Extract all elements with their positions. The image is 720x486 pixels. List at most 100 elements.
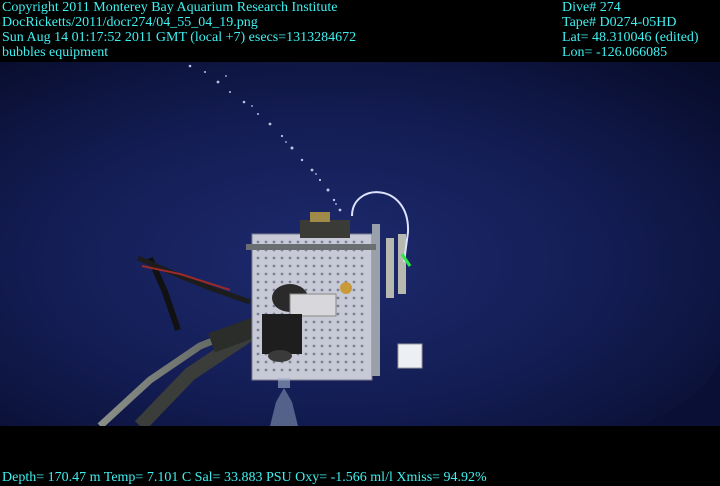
panel-hole — [288, 256, 292, 260]
panel-hole — [320, 336, 324, 340]
panel-hole — [280, 280, 284, 284]
panel-hole — [336, 256, 340, 260]
panel-hole — [304, 360, 308, 364]
panel-hole — [256, 328, 260, 332]
panel-hole — [328, 328, 332, 332]
panel-hole — [352, 312, 356, 316]
panel-hole — [336, 352, 340, 356]
panel-hole — [256, 296, 260, 300]
panel-hole — [280, 240, 284, 244]
panel-hole — [344, 264, 348, 268]
panel-hole — [272, 368, 276, 372]
panel-hole — [256, 360, 260, 364]
panel-hole — [320, 352, 324, 356]
panel-hole — [304, 344, 308, 348]
panel-hole — [320, 256, 324, 260]
panel-hole — [272, 256, 276, 260]
panel-hole — [360, 240, 364, 244]
panel-hole — [352, 272, 356, 276]
panel-hole — [272, 264, 276, 268]
underwater-scene — [0, 62, 720, 426]
panel-hole — [264, 272, 268, 276]
panel-hole — [352, 368, 356, 372]
panel-hole — [304, 272, 308, 276]
panel-hole — [360, 296, 364, 300]
panel-hole — [320, 328, 324, 332]
panel-hole — [320, 280, 324, 284]
panel-hole — [264, 368, 268, 372]
panel-hole — [320, 320, 324, 324]
panel-hole — [264, 304, 268, 308]
panel-hole — [296, 264, 300, 268]
panel-hole — [320, 344, 324, 348]
panel-hole — [336, 240, 340, 244]
panel-hole — [256, 320, 260, 324]
panel-hole — [320, 368, 324, 372]
panel-hole — [328, 320, 332, 324]
panel-hole — [312, 344, 316, 348]
panel-hole — [360, 264, 364, 268]
image-path-line: DocRicketts/2011/docr274/04_55_04_19.png — [2, 15, 258, 30]
panel-hole — [288, 360, 292, 364]
panel-hole — [288, 368, 292, 372]
panel-hole — [304, 336, 308, 340]
panel-hole — [328, 360, 332, 364]
panel-hole — [296, 360, 300, 364]
panel-hole — [344, 256, 348, 260]
panel-hole — [296, 256, 300, 260]
panel-hole — [256, 240, 260, 244]
panel-hole — [360, 360, 364, 364]
panel-hole — [328, 240, 332, 244]
panel-hole — [264, 288, 268, 292]
panel-hole — [280, 368, 284, 372]
panel-hole — [328, 336, 332, 340]
panel-hole — [344, 304, 348, 308]
panel-hole — [360, 288, 364, 292]
panel-hole — [344, 368, 348, 372]
panel-hole — [304, 320, 308, 324]
panel-hole — [336, 272, 340, 276]
panel-hole — [336, 312, 340, 316]
panel-hole — [264, 240, 268, 244]
panel-hole — [336, 360, 340, 364]
panel-hole — [312, 328, 316, 332]
panel-hole — [256, 336, 260, 340]
panel-hole — [312, 336, 316, 340]
panel-hole — [304, 256, 308, 260]
panel-hole — [320, 360, 324, 364]
panel-hole — [312, 240, 316, 244]
header-left-block: Copyright 2011 Monterey Bay Aquarium Res… — [2, 0, 356, 60]
panel-hole — [312, 352, 316, 356]
panel-hole — [344, 360, 348, 364]
panel-hole — [344, 336, 348, 340]
timestamp-line: Sun Aug 14 01:17:52 2011 GMT (local +7) … — [2, 30, 357, 45]
tape-number: Tape# D0274-05HD — [562, 15, 677, 30]
panel-hole — [344, 320, 348, 324]
panel-hole — [336, 336, 340, 340]
panel-hole — [304, 352, 308, 356]
sensor-footer: Depth= 170.47 m Temp= 7.101 C Sal= 33.88… — [2, 470, 487, 485]
panel-hole — [336, 320, 340, 324]
panel-hole — [320, 264, 324, 268]
panel-hole — [312, 288, 316, 292]
panel-hole — [288, 272, 292, 276]
panel-hole — [336, 304, 340, 308]
panel-hole — [288, 264, 292, 268]
panel-hole — [352, 344, 356, 348]
panel-hole — [304, 264, 308, 268]
panel-hole — [304, 328, 308, 332]
panel-hole — [344, 328, 348, 332]
panel-hole — [312, 368, 316, 372]
panel-hole — [352, 296, 356, 300]
panel-hole — [320, 288, 324, 292]
panel-hole — [256, 256, 260, 260]
panel-hole — [256, 344, 260, 348]
panel-hole — [344, 352, 348, 356]
panel-hole — [304, 240, 308, 244]
panel-hole — [352, 304, 356, 308]
panel-hole — [288, 280, 292, 284]
panel-hole — [288, 240, 292, 244]
annotation-line: bubbles equipment — [2, 45, 109, 60]
panel-hole — [272, 240, 276, 244]
panel-hole — [352, 360, 356, 364]
